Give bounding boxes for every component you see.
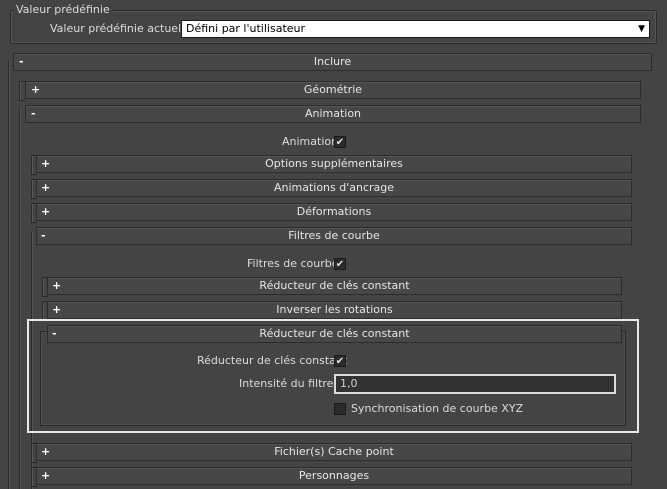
plus-icon: +: [52, 303, 62, 316]
const-key-reducer-checkbox-label: Réducteur de clés constant: [197, 354, 348, 367]
plus-icon: +: [41, 157, 51, 170]
extra-options-title: Options supplémentaires: [265, 157, 403, 170]
characters-rollout-header[interactable]: + Personnages: [36, 467, 632, 485]
minus-icon: -: [41, 229, 46, 242]
invert-rotations-rollout-header[interactable]: + Inverser les rotations: [47, 301, 622, 319]
animation-checkbox[interactable]: ✔: [334, 136, 346, 148]
point-cache-title: Fichier(s) Cache point: [274, 445, 394, 458]
const-key-reducer-1-rollout-header[interactable]: + Réducteur de clés constant: [47, 277, 622, 295]
const-key-reducer-2-title: Réducteur de clés constant: [259, 327, 410, 340]
preset-dropdown[interactable]: Défini par l'utilisateur ▼: [181, 20, 650, 38]
const-key-reducer-checkbox[interactable]: ✔: [334, 355, 346, 367]
chevron-down-icon: ▼: [638, 24, 645, 34]
curve-filters-checkbox[interactable]: ✔: [334, 258, 346, 270]
curve-filters-checkbox-label: Filtres de courbe: [247, 257, 339, 270]
minus-icon: -: [19, 55, 24, 68]
include-title: Inclure: [313, 55, 352, 68]
point-cache-rollout-header[interactable]: + Fichier(s) Cache point: [36, 443, 632, 461]
preset-group-title: Valeur prédéfinie: [14, 3, 112, 16]
extra-options-rollout-header[interactable]: + Options supplémentaires: [36, 155, 632, 173]
characters-title: Personnages: [298, 469, 370, 482]
plus-icon: +: [41, 445, 51, 458]
preset-dropdown-value: Défini par l'utilisateur: [186, 22, 306, 35]
curve-filters-rollout-header[interactable]: - Filtres de courbe: [36, 227, 632, 245]
current-preset-label: Valeur prédéfinie actuelle:: [50, 22, 195, 35]
const-key-reducer-1-title: Réducteur de clés constant: [259, 279, 410, 292]
animation-rollout-header[interactable]: - Animation: [25, 105, 641, 123]
plus-icon: +: [41, 205, 51, 218]
plus-icon: +: [41, 181, 51, 194]
plus-icon: +: [31, 83, 41, 96]
invert-rotations-title: Inverser les rotations: [276, 303, 393, 316]
geometry-rollout-header[interactable]: + Géométrie: [25, 81, 641, 99]
sync-curve-xyz-checkbox[interactable]: [334, 403, 346, 415]
deformations-rollout-header[interactable]: + Déformations: [36, 203, 632, 221]
sync-curve-xyz-label: Synchronisation de courbe XYZ: [351, 402, 524, 415]
include-rollout-header[interactable]: - Inclure: [13, 53, 652, 71]
curve-filters-title: Filtres de courbe: [288, 229, 380, 242]
minus-icon: -: [31, 107, 36, 120]
filter-intensity-label: Intensité du filtre:: [239, 377, 338, 390]
filter-intensity-field[interactable]: 1,0: [334, 374, 616, 394]
deformations-title: Déformations: [296, 205, 372, 218]
const-key-reducer-2-rollout-header[interactable]: - Réducteur de clés constant: [47, 325, 622, 343]
geometry-title: Géométrie: [303, 83, 363, 96]
anchor-animations-title: Animations d'ancrage: [273, 181, 395, 194]
plus-icon: +: [52, 279, 62, 292]
anchor-animations-rollout-header[interactable]: + Animations d'ancrage: [36, 179, 632, 197]
animation-title: Animation: [304, 107, 362, 120]
plus-icon: +: [41, 469, 51, 482]
minus-icon: -: [52, 327, 57, 340]
animation-checkbox-label: Animation: [282, 135, 339, 148]
